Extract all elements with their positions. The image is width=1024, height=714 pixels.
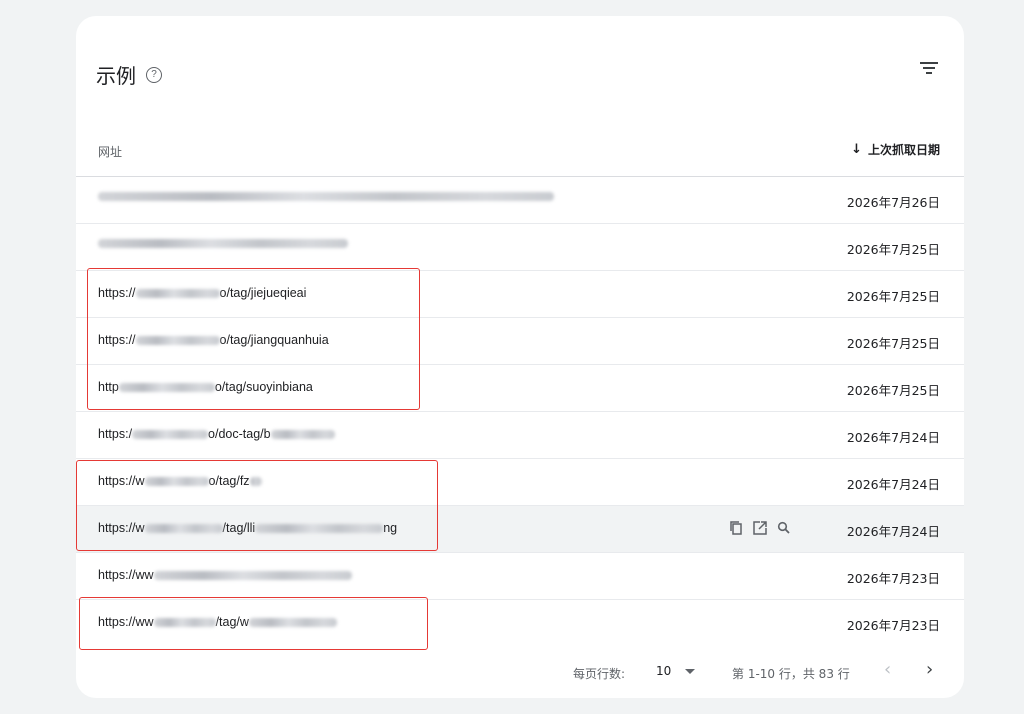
column-header-last-crawl-date[interactable]: ↓ 上次抓取日期: [851, 141, 940, 158]
date-cell: 2026年7月25日: [846, 242, 940, 257]
rows-per-page-value: 10: [656, 664, 672, 678]
page-title: 示例: [96, 64, 136, 88]
open-in-new-icon[interactable]: [752, 520, 768, 536]
redacted-path: [270, 429, 335, 439]
date-cell: 2026年7月24日: [846, 430, 940, 445]
date-cell: 2026年7月24日: [846, 477, 940, 492]
chevron-right-icon[interactable]: ›: [926, 659, 933, 680]
redacted-domain: [132, 429, 209, 439]
date-cell: 2026年7月26日: [846, 195, 940, 210]
url-cell[interactable]: [98, 192, 554, 201]
filter-icon[interactable]: [920, 62, 938, 76]
date-cell: 2026年7月25日: [846, 336, 940, 351]
title-row: 示例 ?: [96, 60, 162, 89]
table-row[interactable]: https:/ o/doc-tag/b 2026年7月24日: [76, 412, 964, 459]
highlight-box: [87, 268, 420, 410]
date-cell: 2026年7月25日: [846, 289, 940, 304]
date-cell: 2026年7月23日: [846, 571, 940, 586]
url-cell[interactable]: [98, 239, 348, 248]
caret-down-icon: [685, 668, 696, 674]
table-row[interactable]: 2026年7月25日: [76, 224, 964, 271]
url-suffix: o/doc-tag/b: [208, 427, 271, 441]
rows-per-page-label: 每页行数:: [573, 667, 626, 681]
arrow-down-icon: ↓: [851, 142, 862, 157]
pagination: 每页行数: 10 第 1-10 行，共 83 行 ‹ ›: [76, 656, 964, 686]
url-prefix: https:/: [98, 427, 133, 441]
column-header-date-label: 上次抓取日期: [867, 143, 940, 157]
url-cell[interactable]: https://ww: [98, 568, 352, 582]
search-icon[interactable]: [776, 520, 792, 536]
table-body: 2026年7月26日 2026年7月25日 https:// o/tag/jie…: [76, 177, 964, 646]
url-prefix: https://ww: [98, 568, 154, 582]
date-cell: 2026年7月24日: [846, 524, 940, 539]
pagination-range: 第 1-10 行，共 83 行: [732, 667, 850, 681]
url-cell[interactable]: https:/ o/doc-tag/b: [98, 427, 335, 441]
help-circle-icon[interactable]: ?: [146, 66, 162, 83]
copy-icon[interactable]: [728, 520, 744, 536]
redacted-url: [98, 192, 554, 201]
table-row[interactable]: https://ww 2026年7月23日: [76, 553, 964, 600]
column-header-url: 网址: [98, 145, 123, 159]
highlight-box: [79, 597, 428, 650]
date-cell: 2026年7月25日: [846, 383, 940, 398]
row-actions: [728, 520, 792, 536]
chevron-left-icon[interactable]: ‹: [884, 659, 891, 680]
table-header: 网址 ↓ 上次抓取日期: [76, 134, 964, 177]
redacted-url: [98, 239, 348, 248]
rows-per-page-select[interactable]: 10: [656, 664, 696, 678]
highlight-box: [76, 460, 438, 551]
table-row[interactable]: 2026年7月26日: [76, 177, 964, 224]
date-cell: 2026年7月23日: [846, 618, 940, 633]
redacted-path: [153, 570, 352, 580]
